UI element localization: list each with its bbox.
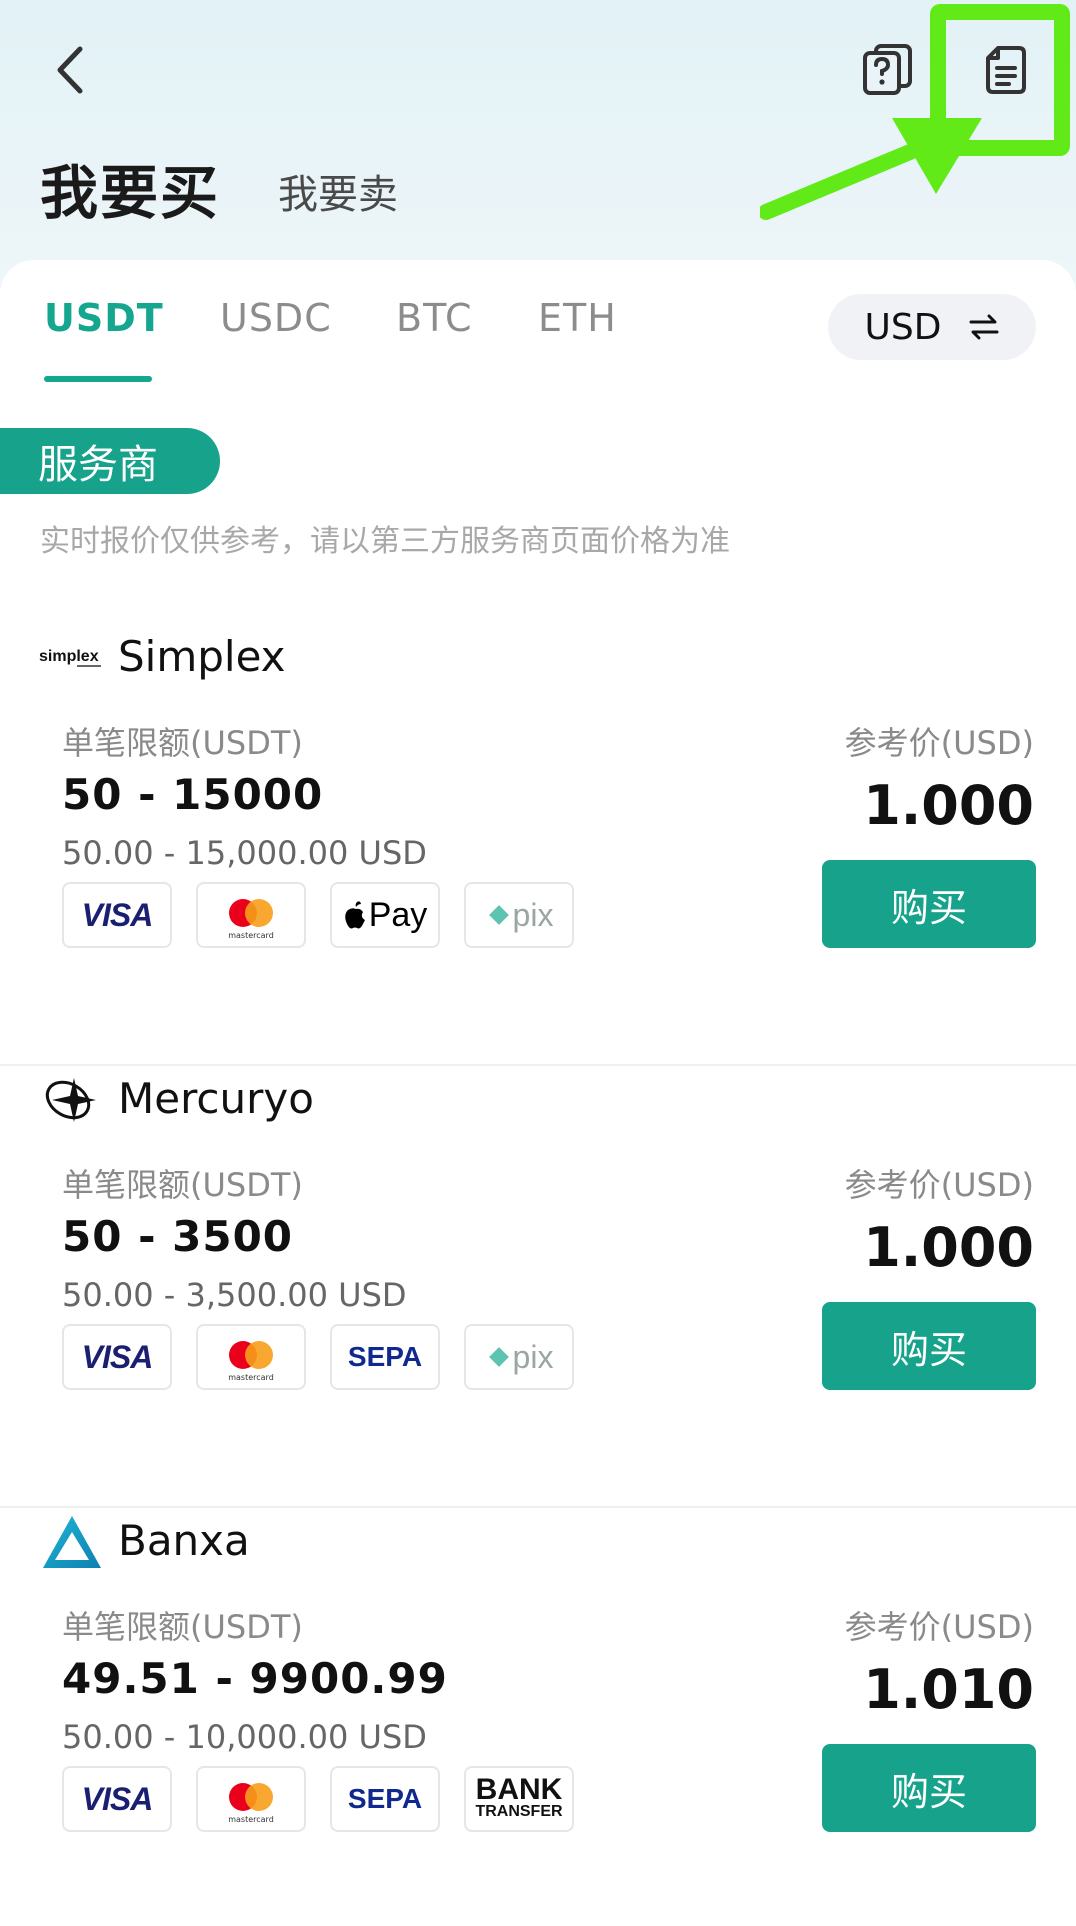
mastercard-icon: mastercard bbox=[196, 1766, 306, 1832]
limit-range: 50 - 3500 bbox=[62, 1212, 294, 1261]
tab-usdc[interactable]: USDC bbox=[220, 296, 332, 340]
visa-icon: VISA bbox=[62, 1324, 172, 1390]
bank-transfer-icon: BANK TRANSFER bbox=[464, 1766, 574, 1832]
tab-buy[interactable]: 我要买 bbox=[40, 146, 220, 230]
svg-text:simplex: simplex bbox=[39, 648, 99, 665]
simplex-logo-icon: simplex bbox=[38, 624, 106, 692]
limit-label: 单笔限额(USDT) bbox=[62, 1608, 303, 1646]
apple-pay-icon: Pay bbox=[330, 882, 440, 948]
swap-arrows-icon bbox=[969, 314, 999, 340]
reference-price-label: 参考价(USD) bbox=[844, 724, 1034, 762]
buy-button[interactable]: 购买 bbox=[822, 1302, 1036, 1390]
reference-price: 1.010 bbox=[863, 1658, 1034, 1721]
back-button[interactable] bbox=[40, 40, 100, 100]
fiat-currency-label: USD bbox=[864, 306, 942, 348]
payment-methods: VISA mastercard SEPA pix bbox=[62, 1324, 574, 1390]
provider-card-banxa: Banxa 单笔限额(USDT) 49.51 - 9900.99 50.00 -… bbox=[0, 1508, 1076, 1926]
chevron-left-icon bbox=[57, 46, 83, 94]
main-panel: USDT USDC BTC ETH USD 服务商 实时报价仅供参考，请以第三方… bbox=[0, 260, 1076, 1926]
header: 我要买 我要卖 bbox=[0, 0, 1076, 300]
active-tab-indicator bbox=[44, 376, 152, 382]
banxa-logo-icon bbox=[38, 1508, 106, 1576]
pix-icon: pix bbox=[464, 1324, 574, 1390]
reference-price-label: 参考价(USD) bbox=[844, 1608, 1034, 1646]
limit-usd: 50.00 - 10,000.00 USD bbox=[62, 1718, 427, 1756]
provider-name: Banxa bbox=[118, 1516, 250, 1565]
provider-card-simplex: simplex Simplex 单笔限额(USDT) 50 - 15000 50… bbox=[0, 624, 1076, 1066]
reference-price: 1.000 bbox=[863, 774, 1034, 837]
price-disclaimer: 实时报价仅供参考，请以第三方服务商页面价格为准 bbox=[40, 524, 730, 559]
tab-sell[interactable]: 我要卖 bbox=[278, 162, 398, 220]
limit-range: 49.51 - 9900.99 bbox=[62, 1654, 448, 1703]
reference-price-label: 参考价(USD) bbox=[844, 1166, 1034, 1204]
provider-card-mercuryo: Mercuryo 单笔限额(USDT) 50 - 3500 50.00 - 3,… bbox=[0, 1066, 1076, 1508]
buy-button[interactable]: 购买 bbox=[822, 1744, 1036, 1832]
annotation-arrow-icon bbox=[760, 118, 982, 220]
buy-button[interactable]: 购买 bbox=[822, 860, 1036, 948]
limit-range: 50 - 15000 bbox=[62, 770, 324, 819]
tab-usdt[interactable]: USDT bbox=[44, 296, 164, 340]
sepa-icon: SEPA bbox=[330, 1324, 440, 1390]
limit-usd: 50.00 - 15,000.00 USD bbox=[62, 834, 427, 872]
provider-name: Mercuryo bbox=[118, 1074, 314, 1123]
mercuryo-logo-icon bbox=[38, 1066, 106, 1134]
mastercard-icon: mastercard bbox=[196, 1324, 306, 1390]
limit-usd: 50.00 - 3,500.00 USD bbox=[62, 1276, 407, 1314]
sepa-icon: SEPA bbox=[330, 1766, 440, 1832]
tab-eth[interactable]: ETH bbox=[538, 296, 617, 340]
visa-icon: VISA bbox=[62, 1766, 172, 1832]
fiat-currency-switch[interactable]: USD bbox=[828, 294, 1036, 360]
mastercard-icon: mastercard bbox=[196, 882, 306, 948]
tab-btc[interactable]: BTC bbox=[396, 296, 473, 340]
visa-icon: VISA bbox=[62, 882, 172, 948]
provider-name: Simplex bbox=[118, 632, 286, 681]
pix-icon: pix bbox=[464, 882, 574, 948]
reference-price: 1.000 bbox=[863, 1216, 1034, 1279]
payment-methods: VISA mastercard SEPA BANK TRANSFER bbox=[62, 1766, 574, 1832]
section-title-providers: 服务商 bbox=[0, 428, 220, 494]
help-document-icon bbox=[863, 44, 912, 95]
payment-methods: VISA mastercard Pay pix bbox=[62, 882, 574, 948]
limit-label: 单笔限额(USDT) bbox=[62, 724, 303, 762]
limit-label: 单笔限额(USDT) bbox=[62, 1166, 303, 1204]
